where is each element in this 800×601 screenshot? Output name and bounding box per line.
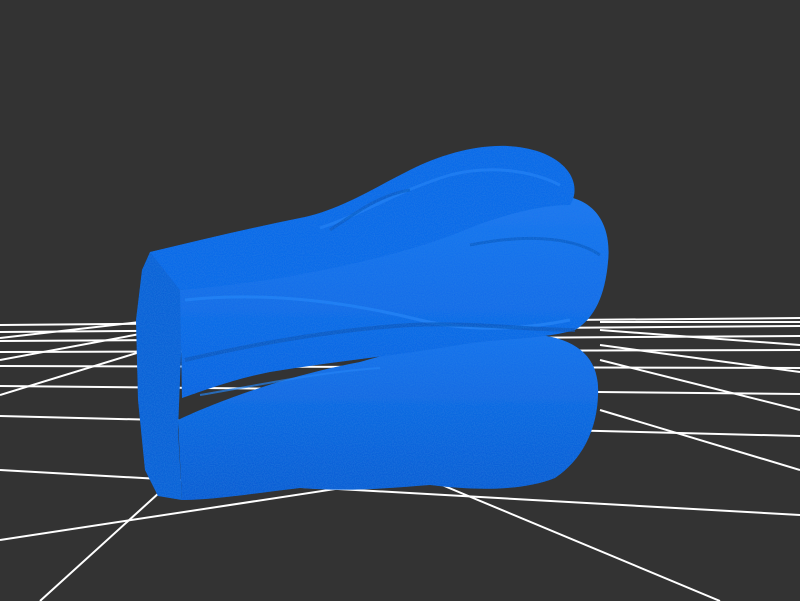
grid-line bbox=[0, 351, 141, 396]
grid-line bbox=[39, 491, 161, 601]
grid-line bbox=[0, 333, 141, 361]
3d-scene[interactable] bbox=[0, 0, 800, 601]
model-cut-face bbox=[136, 252, 182, 500]
grid-line bbox=[429, 479, 721, 601]
3d-viewport[interactable] bbox=[0, 0, 800, 601]
grid-line bbox=[599, 409, 800, 471]
3d-model[interactable] bbox=[136, 145, 609, 500]
